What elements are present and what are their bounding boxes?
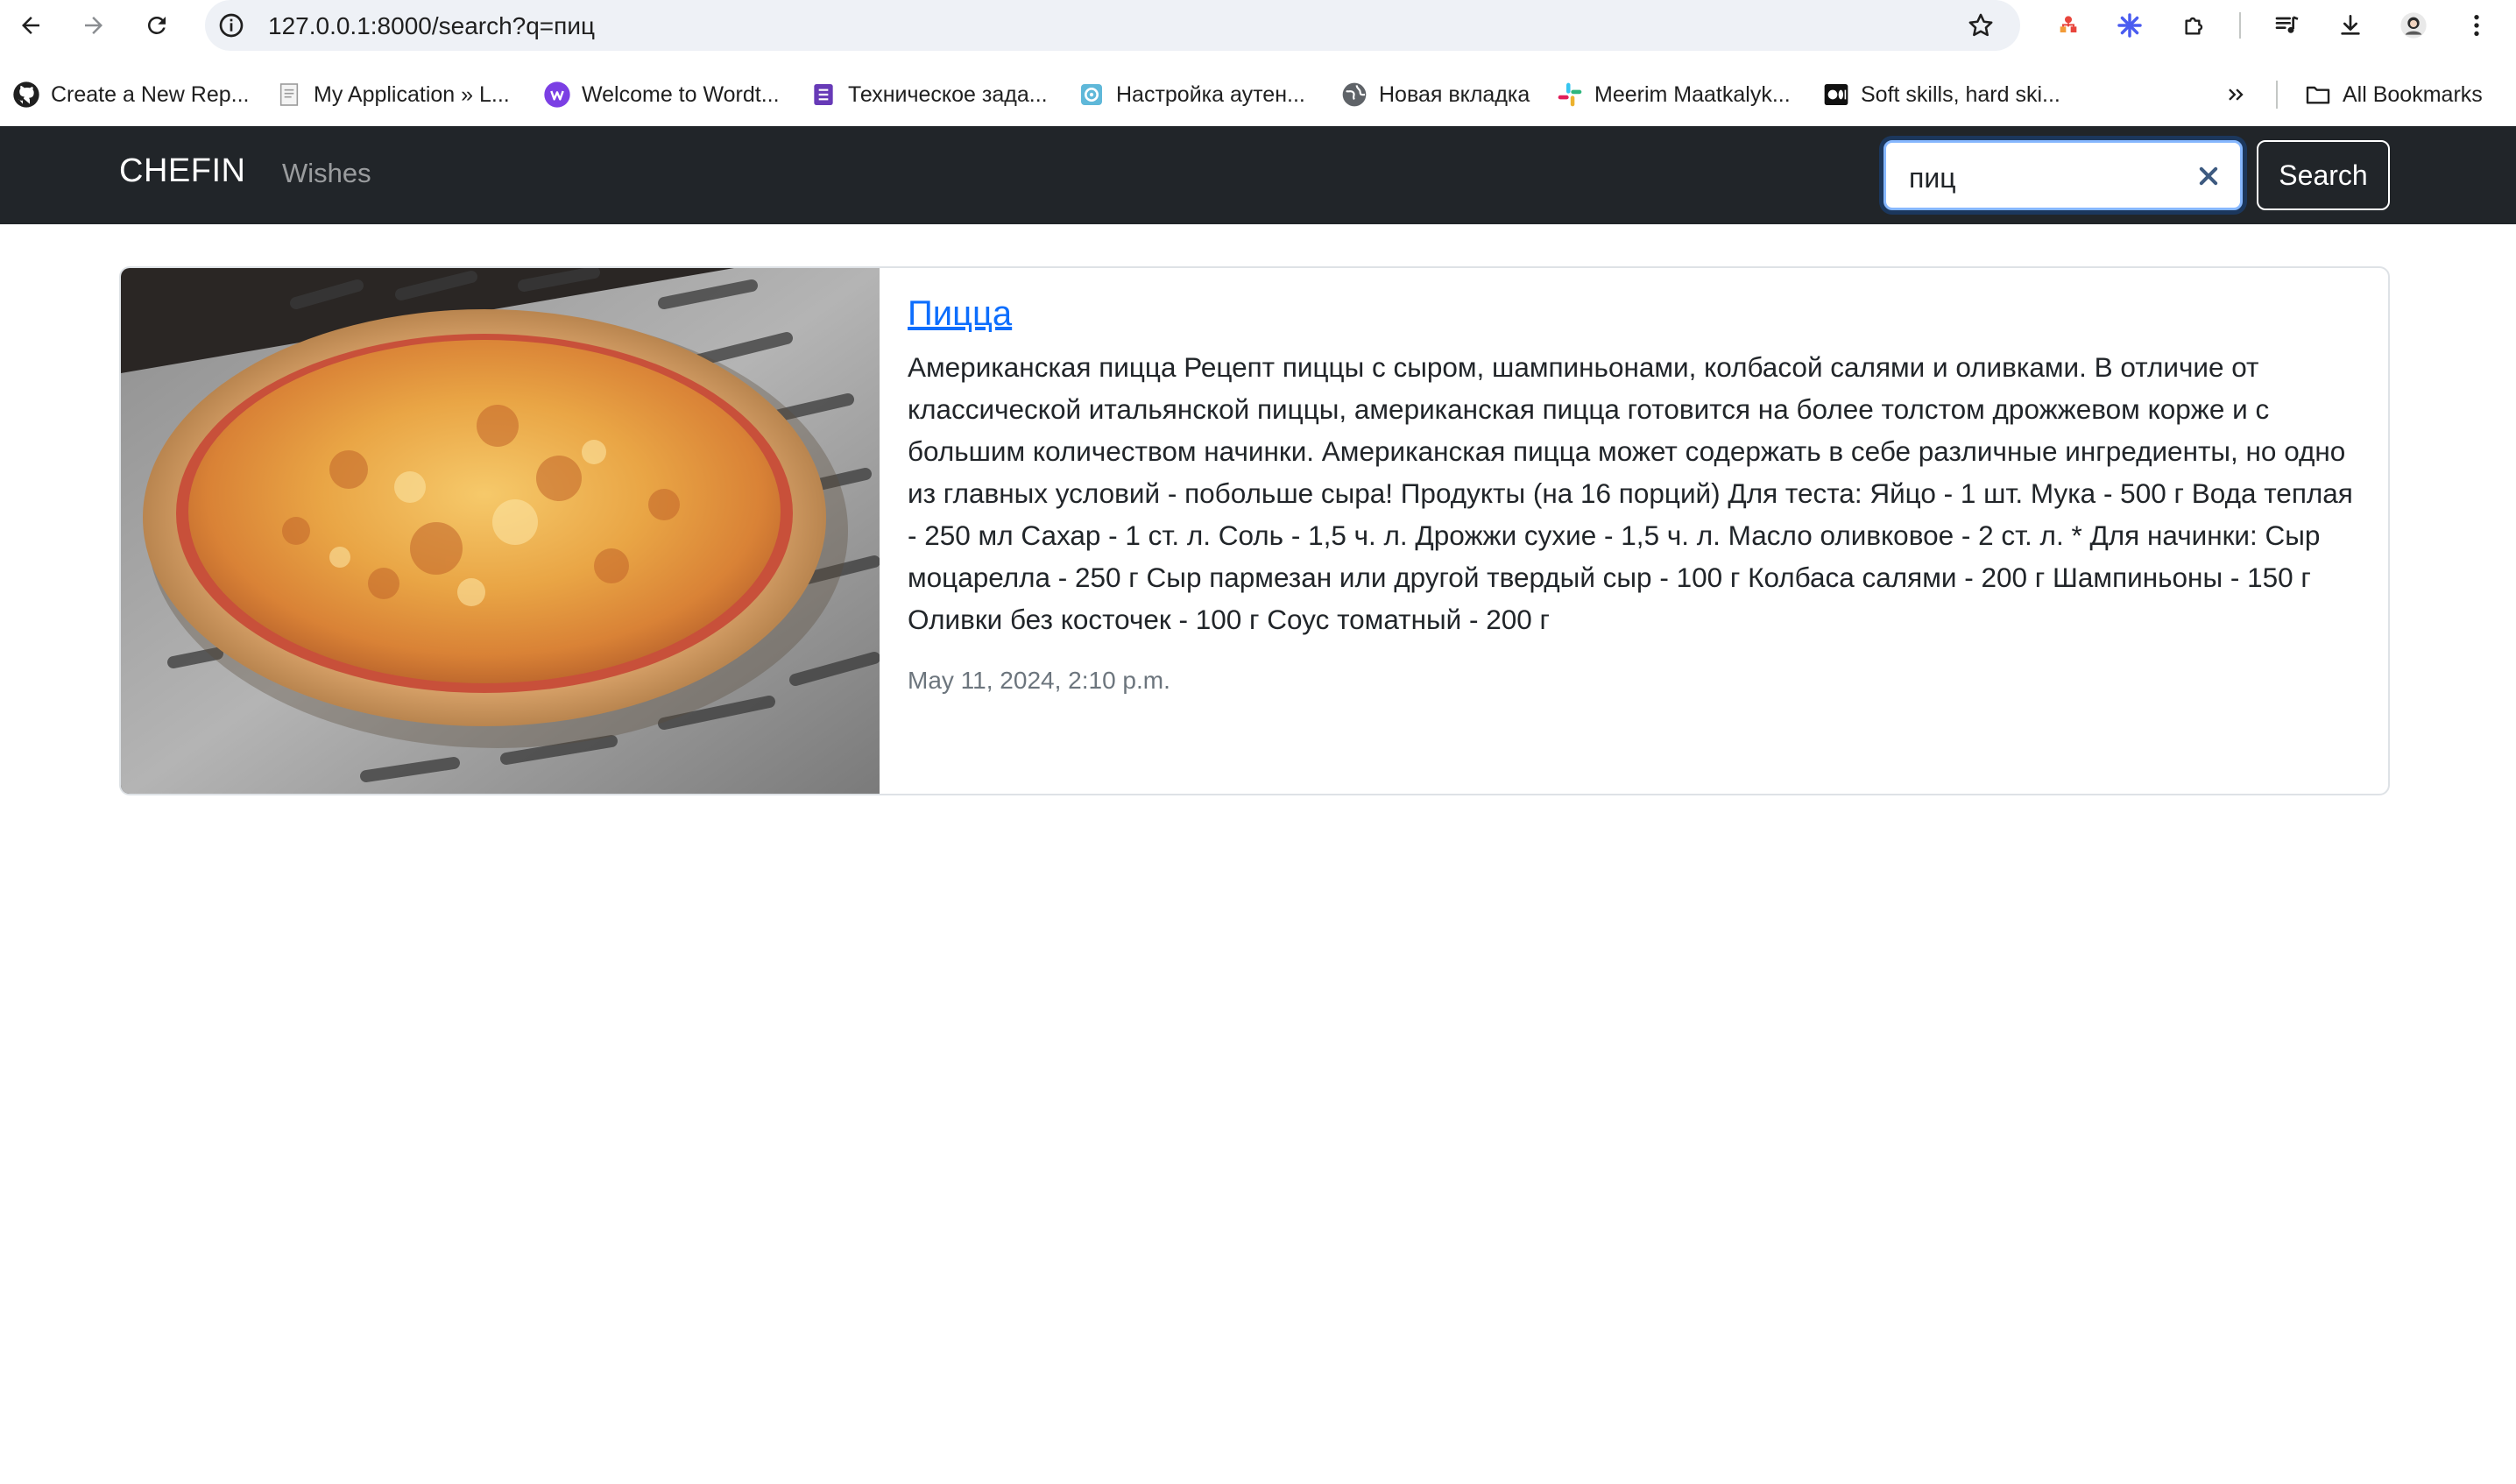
recipe-card: Пицца Американская пицца Рецепт пиццы с … <box>119 266 2390 795</box>
bookmark-item[interactable]: Welcome to Wordt... <box>543 75 780 114</box>
download-icon <box>2341 15 2360 35</box>
bookmark-star-icon[interactable] <box>1966 11 1996 40</box>
asterisk-extension-icon <box>2117 13 2142 38</box>
bookmark-label: Техническое зада... <box>848 81 1048 107</box>
extension-red-icon <box>2060 16 2077 32</box>
bookmark-item[interactable]: My Application » L... <box>275 75 510 114</box>
bookmark-item[interactable]: Meerim Maatkalyk... <box>1556 75 1791 114</box>
more-bookmarks-button[interactable] <box>2218 75 2253 114</box>
reload-icon <box>147 16 166 34</box>
medium-icon <box>1822 81 1850 109</box>
bookmark-item[interactable]: Новая вкладка <box>1340 75 1530 114</box>
bookmarks-divider <box>2276 81 2278 109</box>
app-navbar: CHEFIN Wishes пиц Search <box>0 126 2516 224</box>
wordtune-icon <box>543 81 571 109</box>
bookmark-label: Новая вкладка <box>1379 81 1530 107</box>
extensions-menu-button[interactable] <box>2178 9 2211 42</box>
document-icon <box>275 81 303 109</box>
bookmark-label: My Application » L... <box>314 81 510 107</box>
github-icon <box>12 81 40 109</box>
media-controls-button[interactable] <box>2271 9 2304 42</box>
avatar-icon <box>2400 12 2427 39</box>
profile-button[interactable] <box>2397 9 2430 42</box>
extension-button[interactable] <box>2052 9 2085 42</box>
bookmark-label: Soft skills, hard ski... <box>1861 81 2060 107</box>
bookmark-item[interactable]: Create a New Rep... <box>12 75 250 114</box>
reload-button[interactable] <box>138 7 175 44</box>
all-bookmarks-label: All Bookmarks <box>2343 81 2483 107</box>
forward-button[interactable] <box>75 7 112 44</box>
search-input-value: пиц <box>1909 162 1956 194</box>
bookmark-label: Meerim Maatkalyk... <box>1594 81 1791 107</box>
brand-logo[interactable]: CHEFIN <box>119 152 245 190</box>
arrow-left-icon <box>22 17 39 34</box>
globe-icon <box>1340 81 1368 109</box>
clear-search-icon[interactable] <box>2196 164 2221 188</box>
playlist-music-icon <box>2275 16 2299 33</box>
site-info-icon[interactable] <box>217 11 245 39</box>
browser-menu-button[interactable] <box>2460 9 2493 42</box>
recipe-card-body: Пицца Американская пицца Рецепт пиццы с … <box>908 294 2362 695</box>
bookmark-label: Настройка аутен... <box>1116 81 1305 107</box>
puzzle-icon <box>2185 17 2203 35</box>
downloads-button[interactable] <box>2334 9 2367 42</box>
bookmark-item[interactable]: Soft skills, hard ski... <box>1822 75 2060 114</box>
search-input[interactable]: пиц <box>1883 140 2243 210</box>
bookmark-label: Create a New Rep... <box>51 81 250 107</box>
bookmark-item[interactable]: Техническое зада... <box>809 75 1048 114</box>
extension-button[interactable] <box>2113 9 2146 42</box>
all-bookmarks-button[interactable]: All Bookmarks <box>2304 75 2483 114</box>
slack-icon <box>1556 81 1584 109</box>
address-bar[interactable]: 127.0.0.1:8000/search?q=пиц <box>205 0 2020 51</box>
double-chevron-right-icon <box>2229 88 2244 101</box>
bookmark-label: Welcome to Wordt... <box>582 81 780 107</box>
url-text: 127.0.0.1:8000/search?q=пиц <box>268 12 595 39</box>
back-button[interactable] <box>12 7 49 44</box>
recipe-date: May 11, 2024, 2:10 p.m. <box>908 667 1170 694</box>
gear-favicon-icon <box>1078 81 1106 109</box>
arrow-right-icon <box>85 17 102 34</box>
browser-toolbar: 127.0.0.1:8000/search?q=пиц <box>0 0 2516 51</box>
forms-icon <box>809 81 837 109</box>
bookmark-item[interactable]: Настройка аутен... <box>1078 75 1305 114</box>
recipe-description: Американская пицца Рецепт пиццы с сыром,… <box>908 351 2353 635</box>
toolbar-divider <box>2239 12 2241 39</box>
bookmarks-bar: Create a New Rep... My Application » L..… <box>0 75 2516 114</box>
recipe-title-link[interactable]: Пицца <box>908 294 1012 334</box>
search-button[interactable]: Search <box>2257 140 2390 210</box>
folder-icon <box>2304 81 2332 109</box>
kebab-menu-icon <box>2474 15 2479 36</box>
nav-link-wishes[interactable]: Wishes <box>282 158 371 189</box>
pizza-image <box>121 268 880 794</box>
